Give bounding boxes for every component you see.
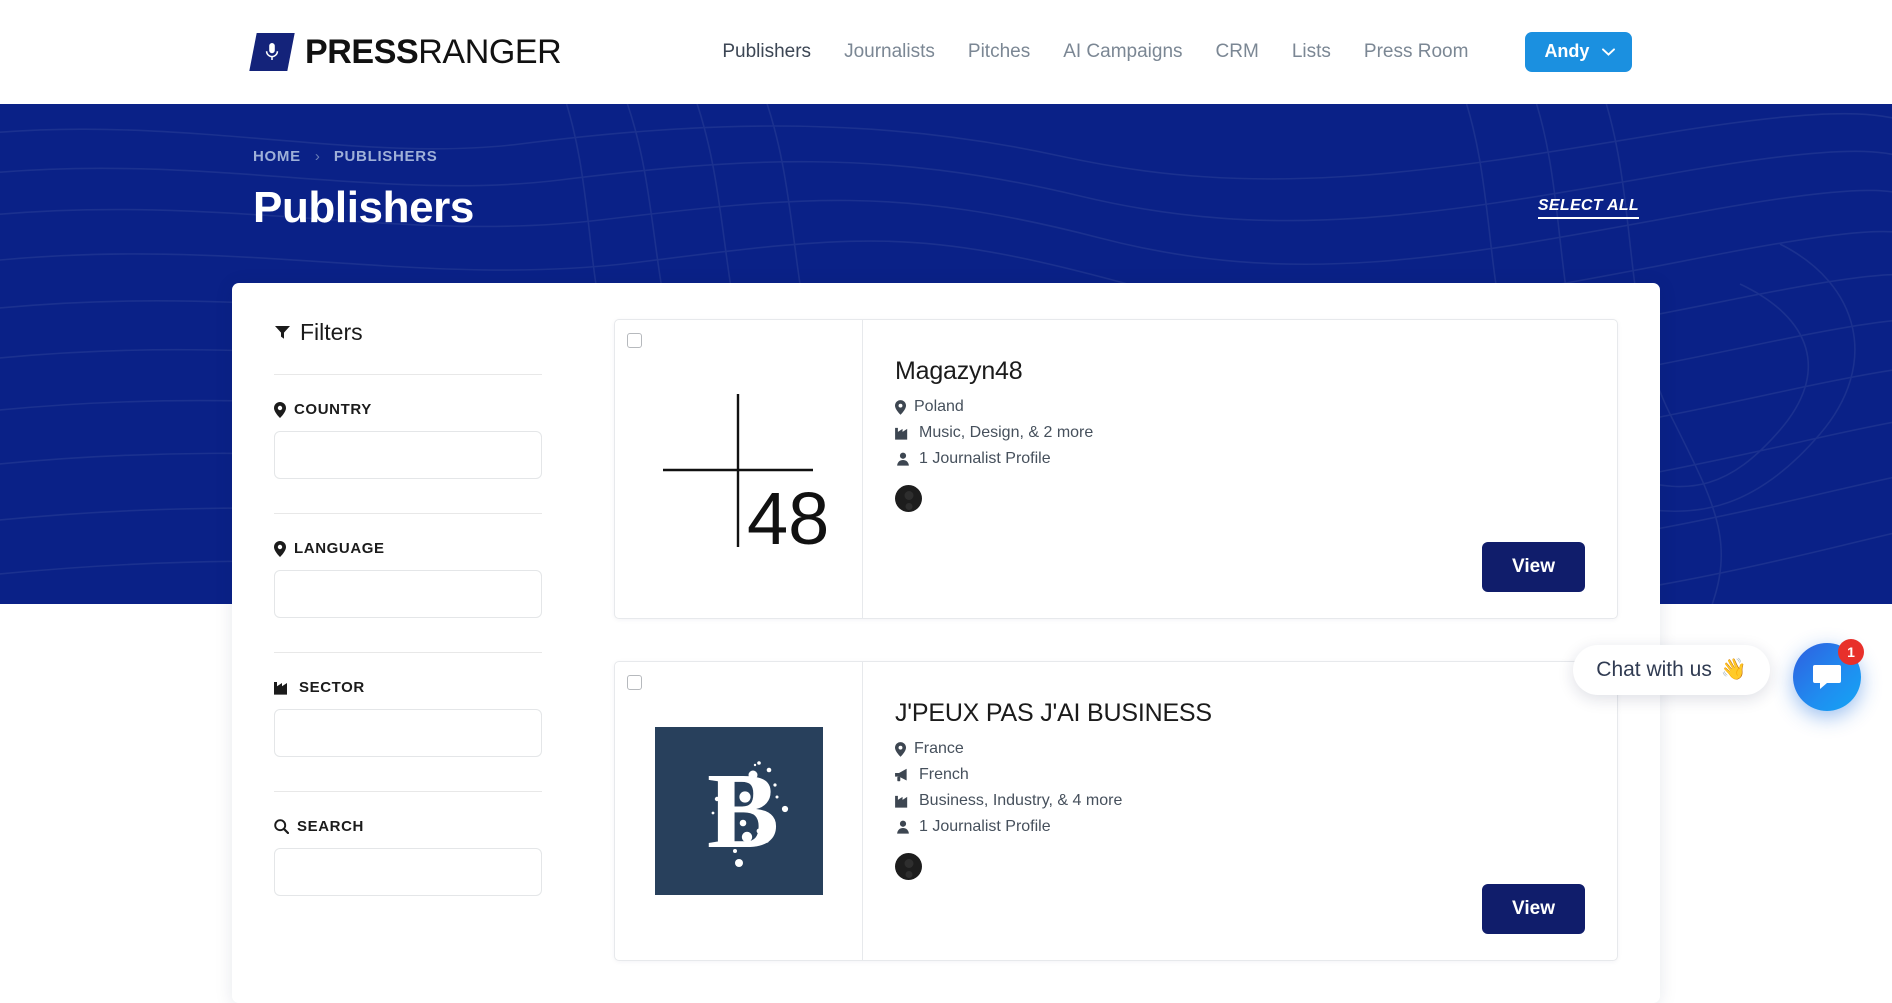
chevron-down-icon bbox=[1602, 48, 1615, 56]
journalist-avatars bbox=[895, 485, 1585, 512]
publisher-info: Magazyn48 Poland Music, Design, & 2 more bbox=[863, 320, 1617, 618]
chat-bubble-icon bbox=[1812, 663, 1842, 691]
chat-launcher-button[interactable]: 1 bbox=[1793, 643, 1861, 711]
filter-label-language-text: LANGUAGE bbox=[294, 540, 385, 557]
filter-label-search: SEARCH bbox=[274, 818, 542, 835]
user-menu-button[interactable]: Andy bbox=[1525, 32, 1632, 72]
publisher-country: Poland bbox=[895, 398, 1585, 416]
divider bbox=[274, 652, 542, 653]
chat-prompt-text: Chat with us bbox=[1596, 658, 1712, 682]
main-nav: Publishers Journalists Pitches AI Campai… bbox=[722, 32, 1632, 72]
factory-icon bbox=[274, 681, 291, 695]
chat-unread-badge: 1 bbox=[1838, 639, 1864, 665]
publisher-logo-cell: 48 bbox=[615, 320, 863, 618]
publisher-language-text: French bbox=[919, 766, 969, 784]
factory-icon bbox=[895, 795, 911, 808]
filter-label-language: LANGUAGE bbox=[274, 540, 542, 557]
nav-item-pitches[interactable]: Pitches bbox=[968, 41, 1030, 63]
nav-item-ai-campaigns[interactable]: AI Campaigns bbox=[1063, 41, 1182, 63]
nav-item-journalists[interactable]: Journalists bbox=[844, 41, 935, 63]
cross-48-logo: 48 bbox=[651, 382, 826, 557]
publisher-country-text: France bbox=[914, 740, 964, 758]
user-menu-label: Andy bbox=[1544, 41, 1589, 62]
publisher-select-checkbox[interactable] bbox=[627, 675, 642, 690]
language-filter-input[interactable] bbox=[274, 570, 542, 618]
filter-funnel-icon bbox=[274, 324, 291, 341]
users-icon bbox=[895, 820, 911, 834]
publisher-name: Magazyn48 bbox=[895, 357, 1585, 386]
filter-label-country-text: COUNTRY bbox=[294, 401, 372, 418]
publisher-sectors: Music, Design, & 2 more bbox=[895, 424, 1585, 442]
nav-item-lists[interactable]: Lists bbox=[1292, 41, 1331, 63]
publisher-sectors-text: Business, Industry, & 4 more bbox=[919, 792, 1122, 810]
divider bbox=[274, 513, 542, 514]
search-icon bbox=[274, 819, 289, 834]
filters-sidebar: Filters COUNTRY LANGUAGE SECTOR bbox=[232, 319, 584, 1003]
filter-label-country: COUNTRY bbox=[274, 401, 542, 418]
filters-heading: Filters bbox=[274, 319, 542, 346]
map-pin-icon bbox=[895, 400, 906, 415]
nav-item-publishers[interactable]: Publishers bbox=[722, 41, 811, 63]
breadcrumb-publishers[interactable]: PUBLISHERS bbox=[334, 148, 438, 165]
search-filter-input[interactable] bbox=[274, 848, 542, 896]
select-all-button[interactable]: SELECT ALL bbox=[1538, 197, 1639, 219]
logo-text: PRESSRANGER bbox=[305, 33, 561, 72]
publisher-country: France bbox=[895, 740, 1585, 758]
publisher-sectors-text: Music, Design, & 2 more bbox=[919, 424, 1093, 442]
chat-prompt-bubble[interactable]: Chat with us 👋 bbox=[1573, 645, 1770, 695]
waving-hand-icon: 👋 bbox=[1721, 658, 1747, 682]
publisher-journalists-text: 1 Journalist Profile bbox=[919, 818, 1051, 836]
logo-word-press: PRESS bbox=[305, 33, 418, 71]
view-button[interactable]: View bbox=[1482, 542, 1585, 592]
microphone-icon bbox=[249, 33, 294, 71]
nav-item-press-room[interactable]: Press Room bbox=[1364, 41, 1469, 63]
publisher-country-text: Poland bbox=[914, 398, 964, 416]
factory-icon bbox=[895, 427, 911, 440]
publisher-language: French bbox=[895, 766, 1585, 784]
filter-label-search-text: SEARCH bbox=[297, 818, 364, 835]
publisher-name: J'PEUX PAS J'AI BUSINESS bbox=[895, 699, 1585, 728]
publishers-list: 48 Magazyn48 Poland Music, bbox=[584, 319, 1660, 1003]
publisher-journalists-text: 1 Journalist Profile bbox=[919, 450, 1051, 468]
sector-filter-input[interactable] bbox=[274, 709, 542, 757]
logo[interactable]: PRESSRANGER bbox=[253, 33, 561, 72]
chevron-right-icon: › bbox=[315, 148, 320, 165]
bullhorn-icon bbox=[895, 768, 911, 782]
publisher-logo-cell: B bbox=[615, 662, 863, 960]
svg-text:48: 48 bbox=[747, 477, 826, 557]
avatar[interactable] bbox=[895, 853, 922, 880]
map-pin-icon bbox=[274, 541, 286, 557]
publisher-sectors: Business, Industry, & 4 more bbox=[895, 792, 1585, 810]
journalist-avatars bbox=[895, 853, 1585, 880]
publisher-journalists: 1 Journalist Profile bbox=[895, 450, 1585, 468]
publisher-card[interactable]: B J'PEUX PAS bbox=[614, 661, 1618, 961]
view-button[interactable]: View bbox=[1482, 884, 1585, 934]
filters-heading-label: Filters bbox=[300, 319, 363, 346]
country-filter-input[interactable] bbox=[274, 431, 542, 479]
publisher-select-checkbox[interactable] bbox=[627, 333, 642, 348]
breadcrumb-home[interactable]: HOME bbox=[253, 148, 301, 165]
filter-label-sector-text: SECTOR bbox=[299, 679, 365, 696]
letter-b-logo: B bbox=[655, 727, 823, 895]
logo-word-ranger: RANGER bbox=[418, 33, 561, 71]
users-icon bbox=[895, 452, 911, 466]
publishers-panel: Filters COUNTRY LANGUAGE SECTOR bbox=[232, 283, 1660, 1003]
filter-label-sector: SECTOR bbox=[274, 679, 542, 696]
publisher-journalists: 1 Journalist Profile bbox=[895, 818, 1585, 836]
breadcrumb: HOME › PUBLISHERS bbox=[253, 104, 1639, 165]
page-title: Publishers bbox=[253, 183, 474, 233]
divider bbox=[274, 374, 542, 375]
avatar[interactable] bbox=[895, 485, 922, 512]
site-header: PRESSRANGER Publishers Journalists Pitch… bbox=[0, 0, 1892, 104]
nav-item-crm[interactable]: CRM bbox=[1216, 41, 1259, 63]
map-pin-icon bbox=[274, 402, 286, 418]
map-pin-icon bbox=[895, 742, 906, 757]
divider bbox=[274, 791, 542, 792]
publisher-info: J'PEUX PAS J'AI BUSINESS France French bbox=[863, 662, 1617, 960]
publisher-card[interactable]: 48 Magazyn48 Poland Music, bbox=[614, 319, 1618, 619]
